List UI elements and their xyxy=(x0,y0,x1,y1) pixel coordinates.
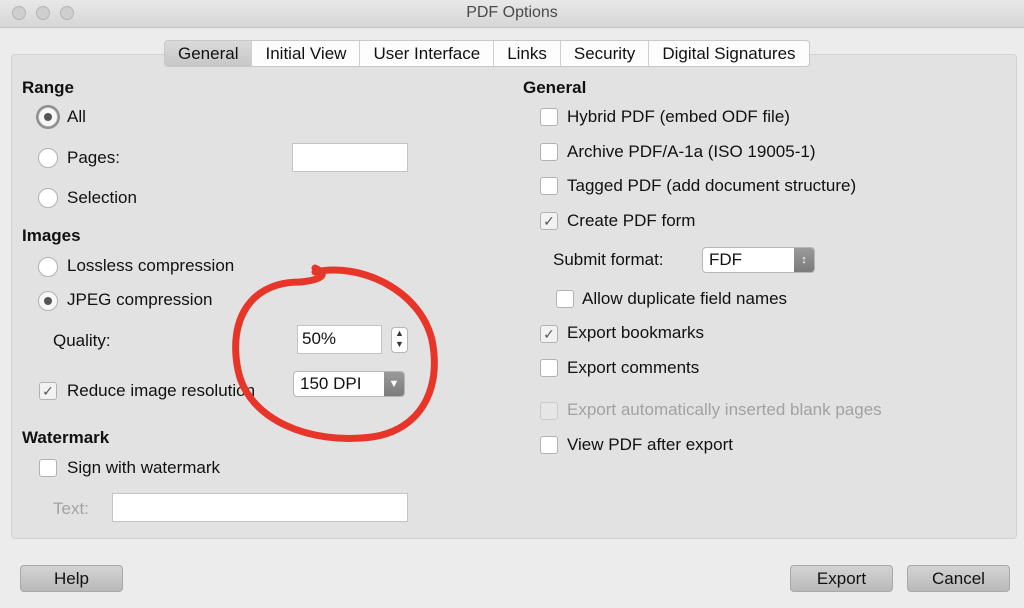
export-button[interactable]: Export xyxy=(790,565,893,592)
cancel-button[interactable]: Cancel xyxy=(907,565,1010,592)
help-button[interactable]: Help xyxy=(20,565,123,592)
red-circle-annotation xyxy=(232,264,438,442)
